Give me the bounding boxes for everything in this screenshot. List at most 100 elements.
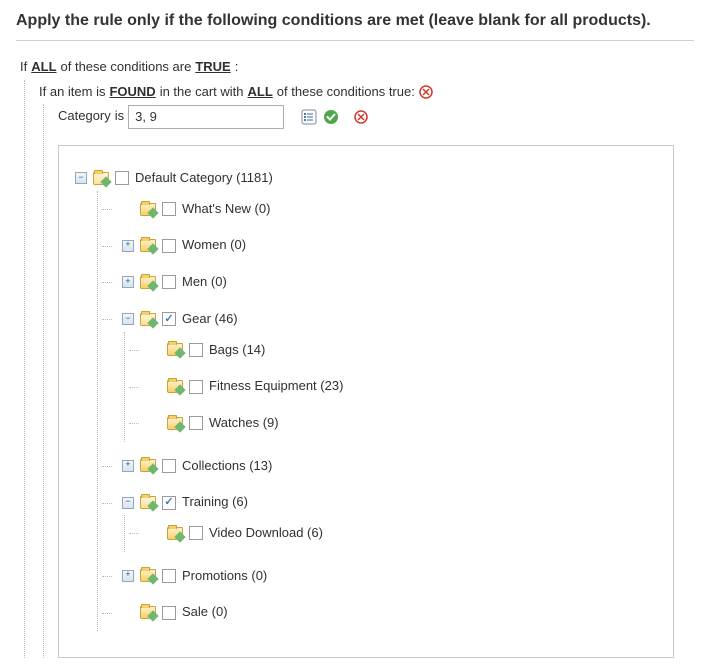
- collapse-icon[interactable]: −: [122, 313, 134, 325]
- condition-product-found: If an item is FOUND in the cart with ALL…: [39, 80, 694, 105]
- tree-node: + Collections (13): [98, 448, 661, 485]
- tree-elbow: [129, 411, 143, 436]
- tree-elbow: [129, 374, 143, 399]
- expand-icon[interactable]: +: [122, 570, 134, 582]
- category-checkbox[interactable]: [162, 459, 176, 473]
- tree-elbow: [129, 338, 143, 363]
- text: If: [20, 55, 27, 80]
- category-label[interactable]: Video Download (6): [209, 521, 323, 546]
- category-label[interactable]: What's New (0): [182, 197, 270, 222]
- tree-elbow: [102, 307, 116, 332]
- text: :: [235, 55, 239, 80]
- category-label[interactable]: Training (6): [182, 490, 248, 515]
- tree-elbow: [102, 197, 116, 222]
- tree-toggle-none: [149, 344, 161, 356]
- folder-icon: [140, 569, 156, 582]
- remove-condition-button[interactable]: [352, 108, 370, 126]
- category-checkbox[interactable]: [162, 606, 176, 620]
- tree-elbow: [102, 564, 116, 589]
- aggregator-selector[interactable]: ALL: [248, 80, 273, 105]
- condition-category: Category is: [58, 104, 694, 129]
- text: in the cart with: [160, 80, 244, 105]
- tree-node: Bags (14): [125, 332, 661, 369]
- folder-icon: [140, 459, 156, 472]
- attribute-label[interactable]: Category: [58, 104, 111, 129]
- category-checkbox[interactable]: [162, 569, 176, 583]
- operator-label[interactable]: is: [115, 104, 124, 129]
- tree-node: + Promotions (0): [98, 558, 661, 595]
- tree-node: + Women (0): [98, 227, 661, 264]
- apply-button[interactable]: [322, 108, 340, 126]
- category-tree: − Default Category (1181) What's New (0) + W…: [71, 160, 661, 637]
- aggregator-selector[interactable]: ALL: [31, 55, 56, 80]
- category-checkbox[interactable]: ✓: [162, 496, 176, 510]
- category-label[interactable]: Promotions (0): [182, 564, 267, 589]
- tree-elbow: [102, 270, 116, 295]
- text: of these conditions are: [61, 55, 192, 80]
- tree-toggle-none: [122, 203, 134, 215]
- condition-combine-root: If ALL of these conditions are TRUE :: [20, 55, 694, 80]
- category-checkbox[interactable]: [162, 239, 176, 253]
- folder-icon: [140, 203, 156, 216]
- category-label[interactable]: Watches (9): [209, 411, 279, 436]
- category-label[interactable]: Women (0): [182, 233, 246, 258]
- tree-node: + Men (0): [98, 264, 661, 301]
- collapse-icon[interactable]: −: [122, 497, 134, 509]
- category-label[interactable]: Fitness Equipment (23): [209, 374, 343, 399]
- category-label[interactable]: Default Category (1181): [135, 166, 273, 191]
- category-value-input[interactable]: [128, 105, 284, 129]
- tree-elbow: [102, 490, 116, 515]
- tree-elbow: [102, 600, 116, 625]
- category-checkbox[interactable]: [189, 343, 203, 357]
- tree-toggle-none: [149, 381, 161, 393]
- category-checkbox[interactable]: [189, 380, 203, 394]
- text: of these conditions true:: [277, 80, 415, 105]
- tree-toggle-none: [149, 527, 161, 539]
- tree-node: − ✓ Training (6) Video Download (6): [98, 484, 661, 557]
- tree-node: − ✓ Gear (46) Bags (14) Fitness Equipment (2…: [98, 301, 661, 448]
- check-circle-icon: [323, 109, 339, 125]
- folder-icon: [167, 527, 183, 540]
- remove-icon: [354, 110, 368, 124]
- category-label[interactable]: Bags (14): [209, 338, 265, 363]
- tree-elbow: [129, 521, 143, 546]
- category-checkbox[interactable]: ✓: [162, 312, 176, 326]
- collapse-icon[interactable]: −: [75, 172, 87, 184]
- tree-node: − Default Category (1181) What's New (0) + W…: [71, 160, 661, 637]
- category-checkbox[interactable]: [115, 171, 129, 185]
- category-checkbox[interactable]: [189, 526, 203, 540]
- open-chooser-button[interactable]: [300, 108, 318, 126]
- category-label[interactable]: Collections (13): [182, 454, 272, 479]
- conditions-block: If ALL of these conditions are TRUE : If…: [16, 55, 694, 658]
- tree-node: Video Download (6): [125, 515, 661, 552]
- category-checkbox[interactable]: [162, 202, 176, 216]
- section-title: Apply the rule only if the following con…: [16, 12, 694, 41]
- folder-icon: [167, 343, 183, 356]
- expand-icon[interactable]: +: [122, 240, 134, 252]
- expand-icon[interactable]: +: [122, 276, 134, 288]
- tree-node: Fitness Equipment (23): [125, 368, 661, 405]
- folder-icon: [167, 380, 183, 393]
- tree-toggle-none: [122, 607, 134, 619]
- remove-condition-button[interactable]: [419, 85, 433, 99]
- tree-node: What's New (0): [98, 191, 661, 228]
- value-selector[interactable]: TRUE: [195, 55, 230, 80]
- category-label[interactable]: Gear (46): [182, 307, 238, 332]
- category-checkbox[interactable]: [189, 416, 203, 430]
- tree-node: Watches (9): [125, 405, 661, 442]
- folder-icon: [93, 172, 109, 185]
- category-label[interactable]: Men (0): [182, 270, 227, 295]
- category-checkbox[interactable]: [162, 275, 176, 289]
- expand-icon[interactable]: +: [122, 460, 134, 472]
- text: If an item is: [39, 80, 105, 105]
- found-selector[interactable]: FOUND: [109, 80, 155, 105]
- category-label[interactable]: Sale (0): [182, 600, 228, 625]
- folder-icon: [140, 606, 156, 619]
- tree-elbow: [102, 454, 116, 479]
- folder-icon: [140, 313, 156, 326]
- tree-elbow: [102, 233, 116, 258]
- folder-icon: [140, 239, 156, 252]
- category-tree-panel: − Default Category (1181) What's New (0) + W…: [58, 145, 674, 658]
- tree-toggle-none: [149, 417, 161, 429]
- remove-icon: [419, 85, 433, 99]
